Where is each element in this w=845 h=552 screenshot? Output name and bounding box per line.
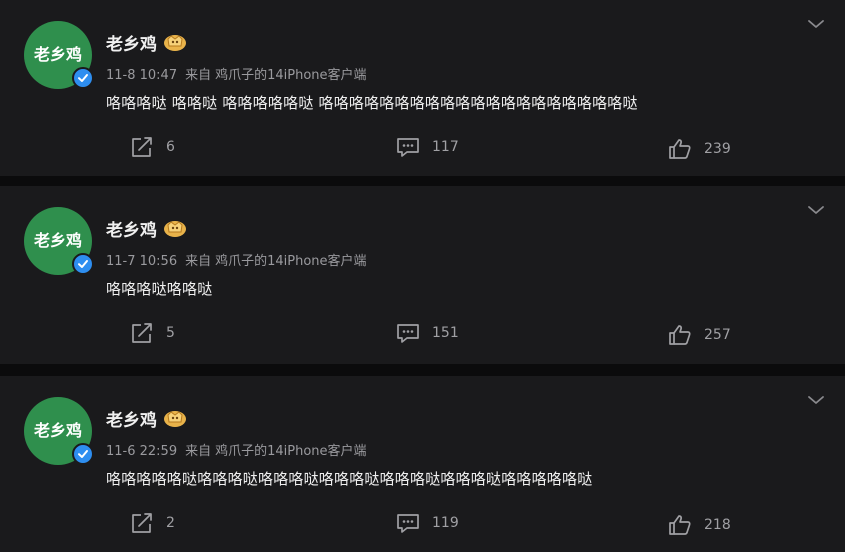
comment-count: 151	[432, 325, 459, 341]
post-meta: 11-7 10:56 来自 鸡爪子的14iPhone客户端	[106, 250, 367, 269]
comment-icon	[397, 324, 419, 343]
source-prefix: 来自	[185, 68, 212, 83]
crown-badge-icon	[163, 408, 187, 428]
repost-icon	[132, 137, 152, 157]
repost-button[interactable]: 2	[130, 511, 175, 535]
repost-count: 2	[166, 515, 175, 531]
weibo-feed: 老乡鸡 老乡鸡 11-8 10:47 来自 鸡爪子的14iPhone客户端 咯咯咯哒…	[0, 0, 845, 552]
username[interactable]: 老乡鸡	[106, 406, 157, 431]
verified-badge-icon	[72, 67, 94, 89]
repost-button[interactable]: 6	[130, 135, 175, 159]
post-time[interactable]: 11-7 10:56	[106, 254, 177, 269]
post-source: 鸡爪子的14iPhone客户端	[215, 68, 367, 83]
like-button[interactable]: 218	[668, 513, 731, 537]
chevron-down-icon[interactable]	[806, 392, 826, 406]
post-meta: 11-8 10:47 来自 鸡爪子的14iPhone客户端	[106, 64, 367, 83]
repost-button[interactable]: 5	[130, 321, 175, 345]
like-count: 257	[704, 327, 731, 343]
name-row: 老乡鸡	[106, 216, 187, 241]
source-prefix: 来自	[185, 444, 212, 459]
comment-icon	[397, 514, 419, 533]
like-count: 239	[704, 141, 731, 157]
post-meta: 11-6 22:59 来自 鸡爪子的14iPhone客户端	[106, 440, 367, 459]
comment-button[interactable]: 151	[396, 321, 459, 345]
post-source: 鸡爪子的14iPhone客户端	[215, 254, 367, 269]
thumbs-up-icon	[669, 515, 691, 535]
post-card: 老乡鸡 老乡鸡 11-7 10:56 来自 鸡爪子的14iPhone客户端 咯咯咯哒…	[0, 186, 845, 364]
like-button[interactable]: 239	[668, 137, 731, 161]
repost-icon	[132, 323, 152, 343]
repost-count: 6	[166, 139, 175, 155]
verified-badge-icon	[72, 443, 94, 465]
post-content: 咯咯咯哒咯咯哒	[106, 280, 213, 298]
thumbs-up-icon	[669, 325, 691, 345]
comment-button[interactable]: 119	[396, 511, 459, 535]
chevron-down-icon[interactable]	[806, 16, 826, 30]
post-content: 咯咯咯哒 咯咯哒 咯咯咯咯咯哒 咯咯咯咯咯咯咯咯咯咯咯咯咯咯咯咯咯咯咯咯哒	[106, 94, 638, 112]
comment-button[interactable]: 117	[396, 135, 459, 159]
comment-count: 117	[432, 139, 459, 155]
post-content: 咯咯咯咯咯哒咯咯咯哒咯咯咯哒咯咯咯哒咯咯咯哒咯咯咯哒咯咯咯咯咯哒	[106, 470, 593, 488]
name-row: 老乡鸡	[106, 30, 187, 55]
chevron-down-icon[interactable]	[806, 202, 826, 216]
comment-count: 119	[432, 515, 459, 531]
repost-count: 5	[166, 325, 175, 341]
post-card: 老乡鸡 老乡鸡 11-6 22:59 来自 鸡爪子的14iPhone客户端 咯咯咯咯…	[0, 376, 845, 552]
comment-icon	[397, 138, 419, 157]
source-prefix: 来自	[185, 254, 212, 269]
crown-badge-icon	[163, 32, 187, 52]
post-card: 老乡鸡 老乡鸡 11-8 10:47 来自 鸡爪子的14iPhone客户端 咯咯咯哒…	[0, 0, 845, 176]
username[interactable]: 老乡鸡	[106, 30, 157, 55]
crown-badge-icon	[163, 218, 187, 238]
post-source: 鸡爪子的14iPhone客户端	[215, 444, 367, 459]
post-time[interactable]: 11-6 22:59	[106, 444, 177, 459]
name-row: 老乡鸡	[106, 406, 187, 431]
username[interactable]: 老乡鸡	[106, 216, 157, 241]
like-count: 218	[704, 517, 731, 533]
repost-icon	[132, 513, 152, 533]
like-button[interactable]: 257	[668, 323, 731, 347]
thumbs-up-icon	[669, 139, 691, 159]
verified-badge-icon	[72, 253, 94, 275]
post-time[interactable]: 11-8 10:47	[106, 68, 177, 83]
